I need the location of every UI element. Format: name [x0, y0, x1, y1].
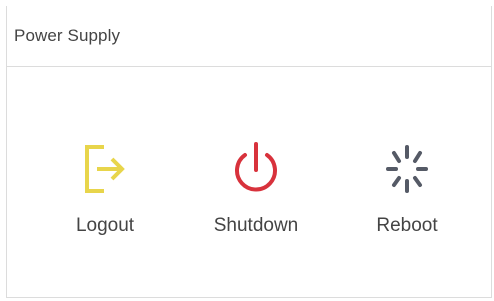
logout-button[interactable]: Logout	[50, 139, 160, 254]
shutdown-button[interactable]: Shutdown	[201, 139, 311, 254]
panel-title: Power Supply	[14, 26, 121, 45]
logout-label: Logout	[75, 215, 135, 236]
reboot-label: Reboot	[376, 215, 438, 236]
shutdown-label: Shutdown	[213, 215, 299, 236]
logout-icon	[75, 139, 135, 199]
power-icon	[226, 139, 286, 199]
panel-header: Power Supply	[7, 6, 491, 67]
reboot-spinner-icon	[377, 139, 437, 199]
power-actions: Logout Shutdown Reboot	[7, 67, 491, 298]
reboot-button[interactable]: Reboot	[352, 139, 462, 254]
power-supply-panel: Power Supply Logout Shutdown Reboot	[6, 6, 492, 298]
